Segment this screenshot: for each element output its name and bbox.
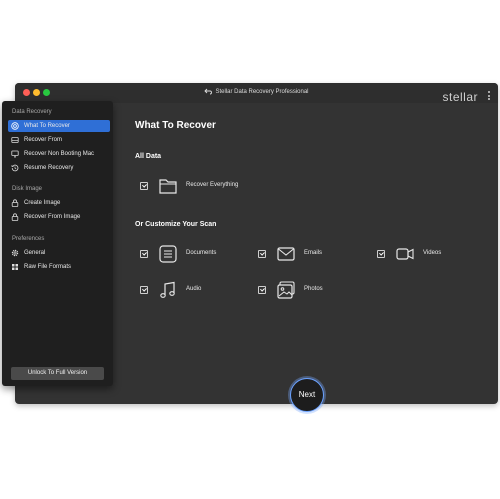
checkbox-audio[interactable] bbox=[140, 286, 148, 294]
sidebar-item-recover-from[interactable]: Recover From bbox=[8, 134, 110, 146]
sidebar-item-general[interactable]: General bbox=[8, 247, 110, 259]
sidebar-item-create-image[interactable]: Create Image bbox=[8, 197, 110, 209]
label-documents: Documents bbox=[186, 250, 217, 256]
window-title: Stellar Data Recovery Professional bbox=[15, 88, 498, 95]
label-videos: Videos bbox=[423, 250, 442, 256]
video-icon bbox=[396, 248, 414, 260]
folder-icon bbox=[159, 179, 177, 194]
photo-icon bbox=[277, 281, 295, 299]
checkbox-recover-everything[interactable] bbox=[140, 182, 148, 190]
email-icon bbox=[277, 247, 295, 261]
back-arrow-icon bbox=[204, 88, 213, 95]
sidebar-item-recover-non-booting-mac[interactable]: Recover Non Booting Mac bbox=[8, 148, 110, 160]
sidebar-item-resume-recovery[interactable]: Resume Recovery bbox=[8, 162, 110, 174]
sidebar-item-recover-from-image[interactable]: Recover From Image bbox=[8, 211, 110, 223]
sidebar-item-label: Resume Recovery bbox=[24, 165, 74, 171]
sidebar-item-label: Recover From Image bbox=[24, 214, 81, 220]
label-emails: Emails bbox=[304, 250, 323, 256]
grid-icon bbox=[12, 264, 18, 270]
section-label-disk-image: Disk Image bbox=[12, 186, 43, 192]
section-label-preferences: Preferences bbox=[12, 236, 45, 242]
section-label-data-recovery: Data Recovery bbox=[12, 109, 52, 115]
sidebar-item-raw-file-formats[interactable]: Raw File Formats bbox=[8, 261, 110, 273]
page-title: What To Recover bbox=[135, 120, 216, 131]
lock-icon bbox=[11, 199, 19, 207]
customize-heading: Or Customize Your Scan bbox=[135, 221, 217, 228]
sidebar-item-label: Create Image bbox=[24, 200, 61, 206]
checkbox-photos[interactable] bbox=[258, 286, 266, 294]
sidebar-item-what-to-recover[interactable]: What To Recover bbox=[8, 120, 110, 132]
window-title-text: Stellar Data Recovery Professional bbox=[215, 89, 309, 96]
gear-icon bbox=[11, 249, 19, 257]
next-button[interactable]: Next bbox=[290, 378, 324, 412]
checkbox-emails[interactable] bbox=[258, 250, 266, 258]
more-menu-icon[interactable] bbox=[488, 91, 490, 102]
sidebar: Data Recovery What To Recover Recover Fr… bbox=[2, 101, 113, 386]
monitor-icon bbox=[11, 150, 19, 158]
lock-icon bbox=[11, 213, 19, 221]
sidebar-item-label: What To Recover bbox=[24, 123, 70, 129]
unlock-full-version-button[interactable]: Unlock To Full Version bbox=[11, 367, 104, 380]
audio-icon bbox=[160, 281, 175, 298]
checkbox-documents[interactable] bbox=[140, 250, 148, 258]
sidebar-item-label: Recover From bbox=[24, 137, 63, 143]
label-photos: Photos bbox=[304, 286, 323, 292]
label-recover-everything: Recover Everything bbox=[186, 182, 239, 188]
target-icon bbox=[11, 122, 19, 130]
brand-logo: stellar bbox=[442, 90, 478, 104]
title-bar: Stellar Data Recovery Professional stell… bbox=[15, 83, 498, 104]
sidebar-item-label: Raw File Formats bbox=[24, 264, 72, 270]
label-audio: Audio bbox=[186, 286, 202, 292]
sidebar-item-label: General bbox=[24, 250, 46, 256]
document-icon bbox=[159, 245, 177, 263]
sidebar-item-label: Recover Non Booting Mac bbox=[24, 151, 95, 157]
drive-icon bbox=[11, 137, 19, 143]
history-icon bbox=[11, 164, 19, 172]
all-data-heading: All Data bbox=[135, 153, 162, 160]
checkbox-videos[interactable] bbox=[377, 250, 385, 258]
